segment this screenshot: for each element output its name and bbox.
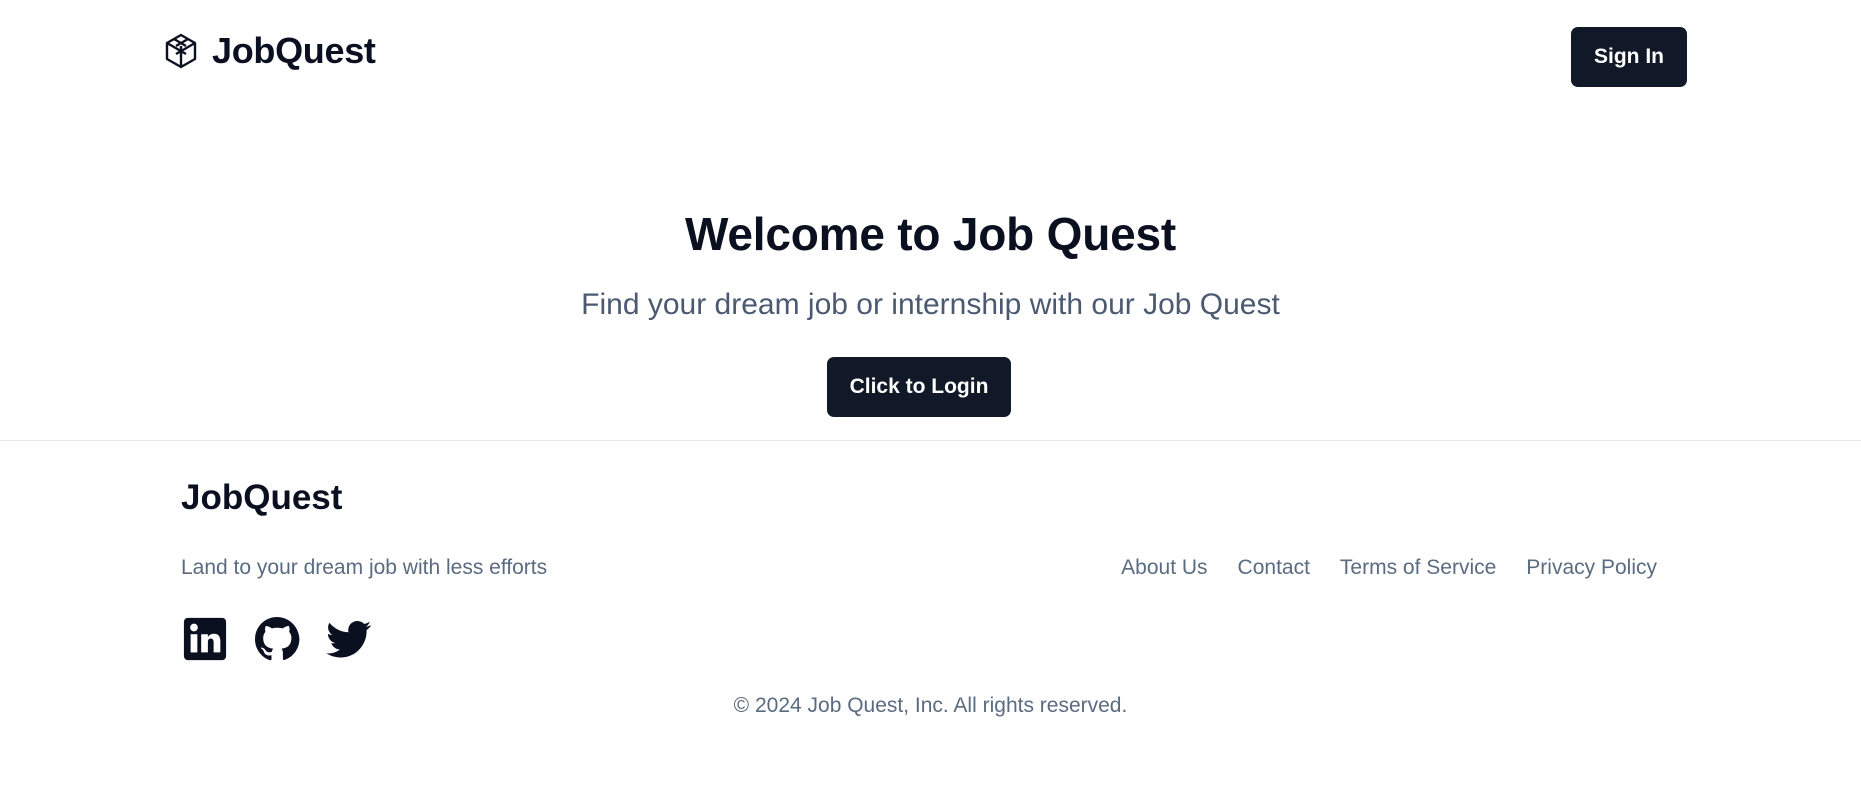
footer-link-terms-of-service[interactable]: Terms of Service <box>1340 556 1496 580</box>
click-to-login-button[interactable]: Click to Login <box>827 357 1011 417</box>
site-header: JobQuest Sign In <box>0 0 1861 110</box>
hero-subtitle: Find your dream job or internship with o… <box>581 288 1280 321</box>
twitter-icon[interactable] <box>325 614 373 664</box>
social-links <box>181 614 373 664</box>
hero-title: Welcome to Job Quest <box>684 208 1177 260</box>
hero-section: Welcome to Job Quest Find your dream job… <box>0 200 1861 330</box>
github-icon[interactable] <box>253 614 301 664</box>
footer-link-about-us[interactable]: About Us <box>1121 556 1207 580</box>
footer-brand-name: JobQuest <box>181 478 343 517</box>
footer-link-contact[interactable]: Contact <box>1238 556 1310 580</box>
footer-link-privacy-policy[interactable]: Privacy Policy <box>1526 556 1657 580</box>
copyright-text: © 2024 Job Quest, Inc. All rights reserv… <box>733 694 1128 717</box>
footer-links: About Us Contact Terms of Service Privac… <box>1121 556 1657 580</box>
section-divider <box>0 440 1861 441</box>
sign-in-button[interactable]: Sign In <box>1571 27 1687 87</box>
brand[interactable]: JobQuest <box>162 30 376 72</box>
jobquest-logo-icon <box>162 32 200 70</box>
footer-tagline: Land to your dream job with less efforts <box>181 556 548 579</box>
linkedin-icon[interactable] <box>181 614 229 664</box>
brand-name: JobQuest <box>212 30 376 71</box>
